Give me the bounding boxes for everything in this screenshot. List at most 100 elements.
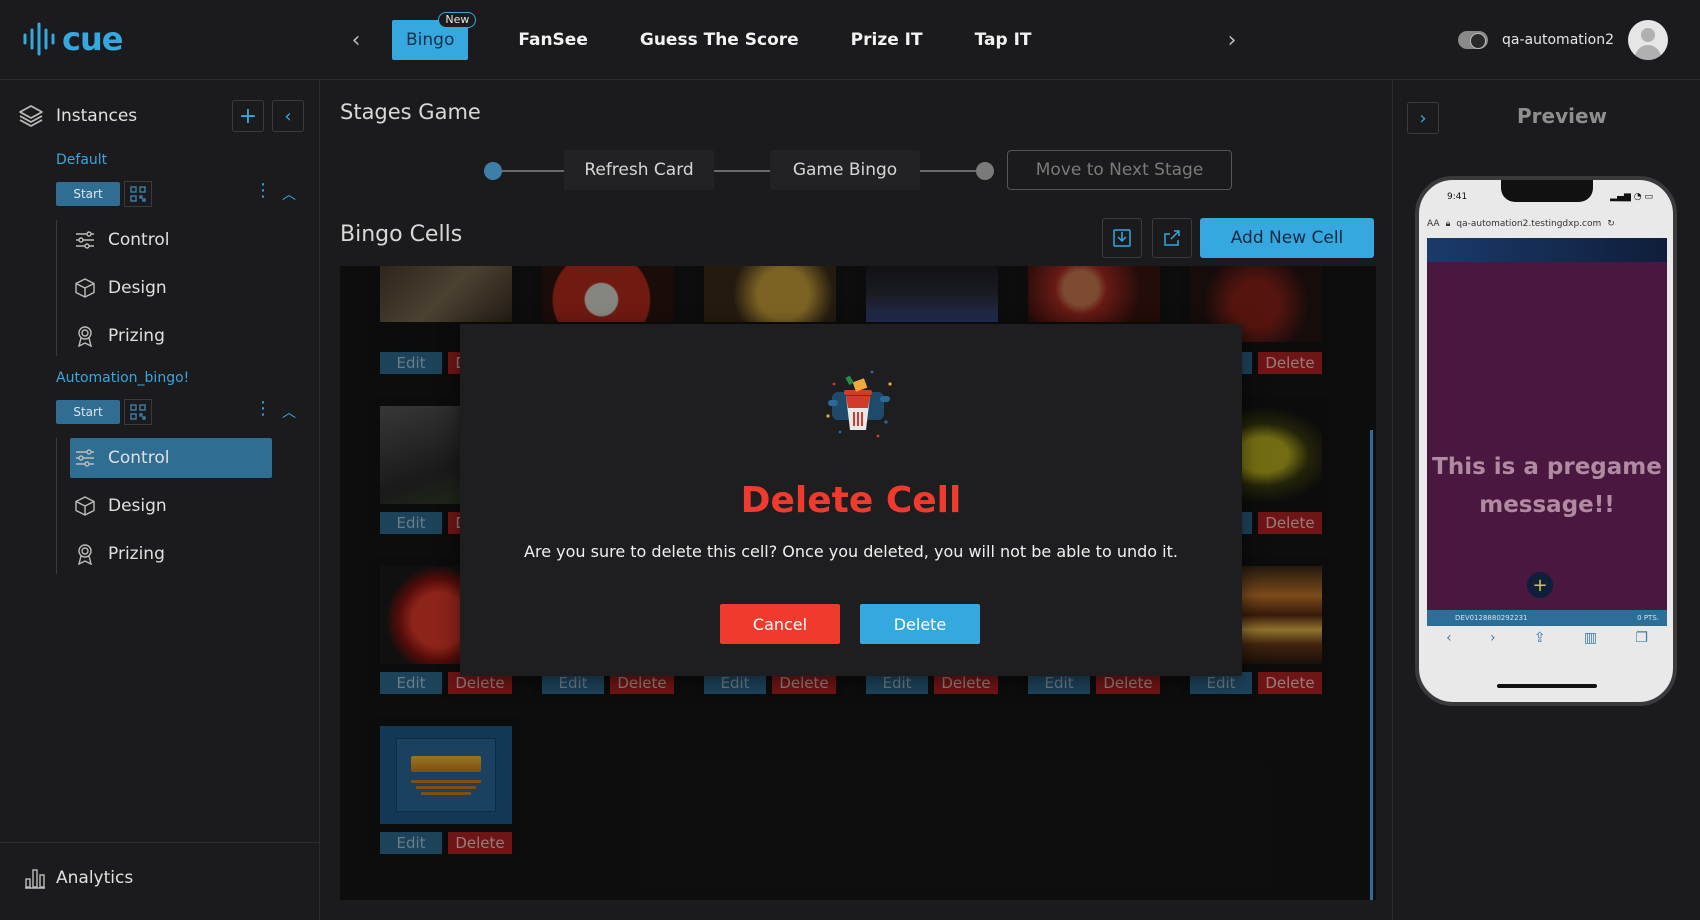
delete-cell-modal: Delete Cell Are you sure to delete this … [460, 324, 1242, 676]
sliders-icon [74, 229, 96, 251]
sidebar-item-label: Design [108, 278, 167, 298]
sidebar-item-control-active[interactable]: Control [70, 438, 272, 478]
pregame-message: This is a pregame message!! [1432, 454, 1662, 518]
chevron-up-icon[interactable]: ︿ [282, 402, 296, 422]
cube-icon [74, 277, 96, 299]
move-to-next-stage-button[interactable]: Move to Next Stage [1007, 150, 1232, 190]
theme-toggle[interactable] [1458, 31, 1489, 49]
forward-icon: › [1489, 630, 1496, 646]
tab-bingo[interactable]: Bingo New [392, 12, 477, 60]
modal-title: Delete Cell [740, 480, 962, 521]
player-id: DEV0128880292231 [1455, 614, 1528, 622]
top-bar: cue ‹ Bingo New FanSee Guess The Score P… [0, 0, 1700, 80]
tree-line [56, 220, 57, 356]
sidebar-item-design[interactable]: Design [70, 486, 272, 526]
sidebar-item-label: Prizing [108, 544, 165, 564]
book-icon: ▥ [1583, 630, 1598, 646]
qr-icon [130, 186, 146, 202]
confirm-delete-button[interactable]: Delete [860, 604, 980, 644]
sidebar-footer: Analytics [0, 842, 320, 920]
phone-player-bar: DEV0128880292231 0 PTS. [1427, 610, 1667, 626]
url-text: qa-automation2.testingdxp.com [1456, 219, 1602, 229]
phone-browser-nav: ‹ › ⇪ ▥ ❐ [1427, 630, 1667, 650]
start-button[interactable]: Start [56, 182, 120, 206]
home-indicator [1497, 684, 1597, 688]
collapse-sidebar-button[interactable]: ‹ [272, 100, 304, 132]
instance-name-default[interactable]: Default [56, 152, 107, 168]
tab-prize-it[interactable]: Prize IT [825, 20, 949, 60]
import-button[interactable] [1102, 218, 1142, 258]
stage-start-dot [484, 162, 502, 180]
user-name: qa-automation2 [1502, 32, 1614, 48]
grid-scrollbar[interactable] [1370, 430, 1373, 900]
phone-content: This is a pregame message!! [1427, 262, 1667, 610]
tabs-icon: ❐ [1635, 630, 1648, 646]
trash-illustration-icon [826, 370, 892, 438]
tab-label: Bingo [406, 30, 455, 50]
sidebar-item-prizing[interactable]: Prizing [70, 534, 272, 574]
instances-header: Instances [18, 104, 137, 128]
new-badge: New [438, 12, 477, 28]
import-icon [1113, 229, 1131, 247]
phone-notch [1501, 180, 1593, 202]
share-icon: ⇪ [1533, 630, 1546, 646]
sidebar-item-label: Design [108, 496, 167, 516]
reload-icon: ↻ [1607, 219, 1615, 229]
player-points: 0 PTS. [1637, 614, 1659, 622]
stage-refresh-card[interactable]: Refresh Card [564, 150, 714, 190]
qr-code-button[interactable] [124, 399, 152, 425]
sidebar-item-label: Prizing [108, 326, 165, 346]
sidebar-item-label: Control [108, 230, 170, 250]
section-title: Bingo Cells [340, 222, 463, 247]
modal-message: Are you sure to delete this cell? Once y… [524, 542, 1178, 561]
tab-fansee[interactable]: FanSee [492, 20, 614, 60]
instance-menu-icon[interactable]: ⋮ [254, 180, 272, 201]
add-new-cell-button[interactable]: Add New Cell [1200, 218, 1374, 258]
qr-icon [130, 404, 146, 420]
tabs-prev-arrow[interactable]: ‹ [344, 26, 368, 54]
plus-icon: + [1527, 572, 1553, 598]
sidebar-item-control[interactable]: Control [70, 220, 272, 260]
app-logo[interactable]: cue [22, 20, 123, 58]
signal-battery-icon: ▂▄▆ ◔ ▭ [1610, 192, 1653, 202]
avatar[interactable] [1628, 20, 1668, 60]
instance-name-automation-bingo[interactable]: Automation_bingo! [56, 370, 189, 386]
logo-wave-icon [23, 22, 55, 56]
user-area: qa-automation2 [1458, 20, 1668, 60]
instances-title: Instances [56, 106, 138, 126]
sidebar-item-prizing[interactable]: Prizing [70, 316, 272, 356]
game-tabs: Bingo New FanSee Guess The Score Prize I… [392, 12, 1058, 60]
text-size-label: AA [1427, 219, 1440, 229]
tabs-next-arrow[interactable]: › [1220, 26, 1244, 54]
stage-line [714, 170, 770, 172]
cancel-button[interactable]: Cancel [720, 604, 840, 644]
analytics-label: Analytics [56, 868, 134, 888]
start-button[interactable]: Start [56, 400, 120, 424]
instance-menu-icon[interactable]: ⋮ [254, 398, 272, 419]
bar-chart-icon [25, 869, 45, 889]
sidebar-item-design[interactable]: Design [70, 268, 272, 308]
add-instance-button[interactable]: + [232, 100, 264, 132]
back-icon: ‹ [1446, 630, 1452, 646]
tab-tap-it[interactable]: Tap IT [949, 20, 1058, 60]
award-icon [74, 325, 96, 347]
stage-line [502, 170, 564, 172]
stage-line [920, 170, 976, 172]
chevron-up-icon[interactable]: ︿ [282, 184, 296, 204]
phone-time: 9:41 [1447, 192, 1468, 202]
award-icon [74, 543, 96, 565]
phone-header-band [1427, 238, 1667, 262]
stage-game-bingo[interactable]: Game Bingo [770, 150, 920, 190]
tab-guess-the-score[interactable]: Guess The Score [614, 20, 825, 60]
layers-icon [19, 105, 43, 127]
logo-text: cue [62, 20, 123, 58]
sidebar-item-label: Control [108, 448, 170, 468]
lock-icon: 🔒︎ [1445, 219, 1451, 229]
phone-url-bar: AA 🔒︎ qa-automation2.testingdxp.com ↻ [1427, 216, 1667, 232]
qr-code-button[interactable] [124, 181, 152, 207]
sidebar: Instances + ‹ Default Start ⋮ ︿ Control … [0, 80, 320, 920]
export-button[interactable] [1152, 218, 1192, 258]
tree-line [56, 438, 57, 574]
stage-end-dot [976, 162, 994, 180]
analytics-link[interactable]: Analytics [24, 867, 133, 889]
